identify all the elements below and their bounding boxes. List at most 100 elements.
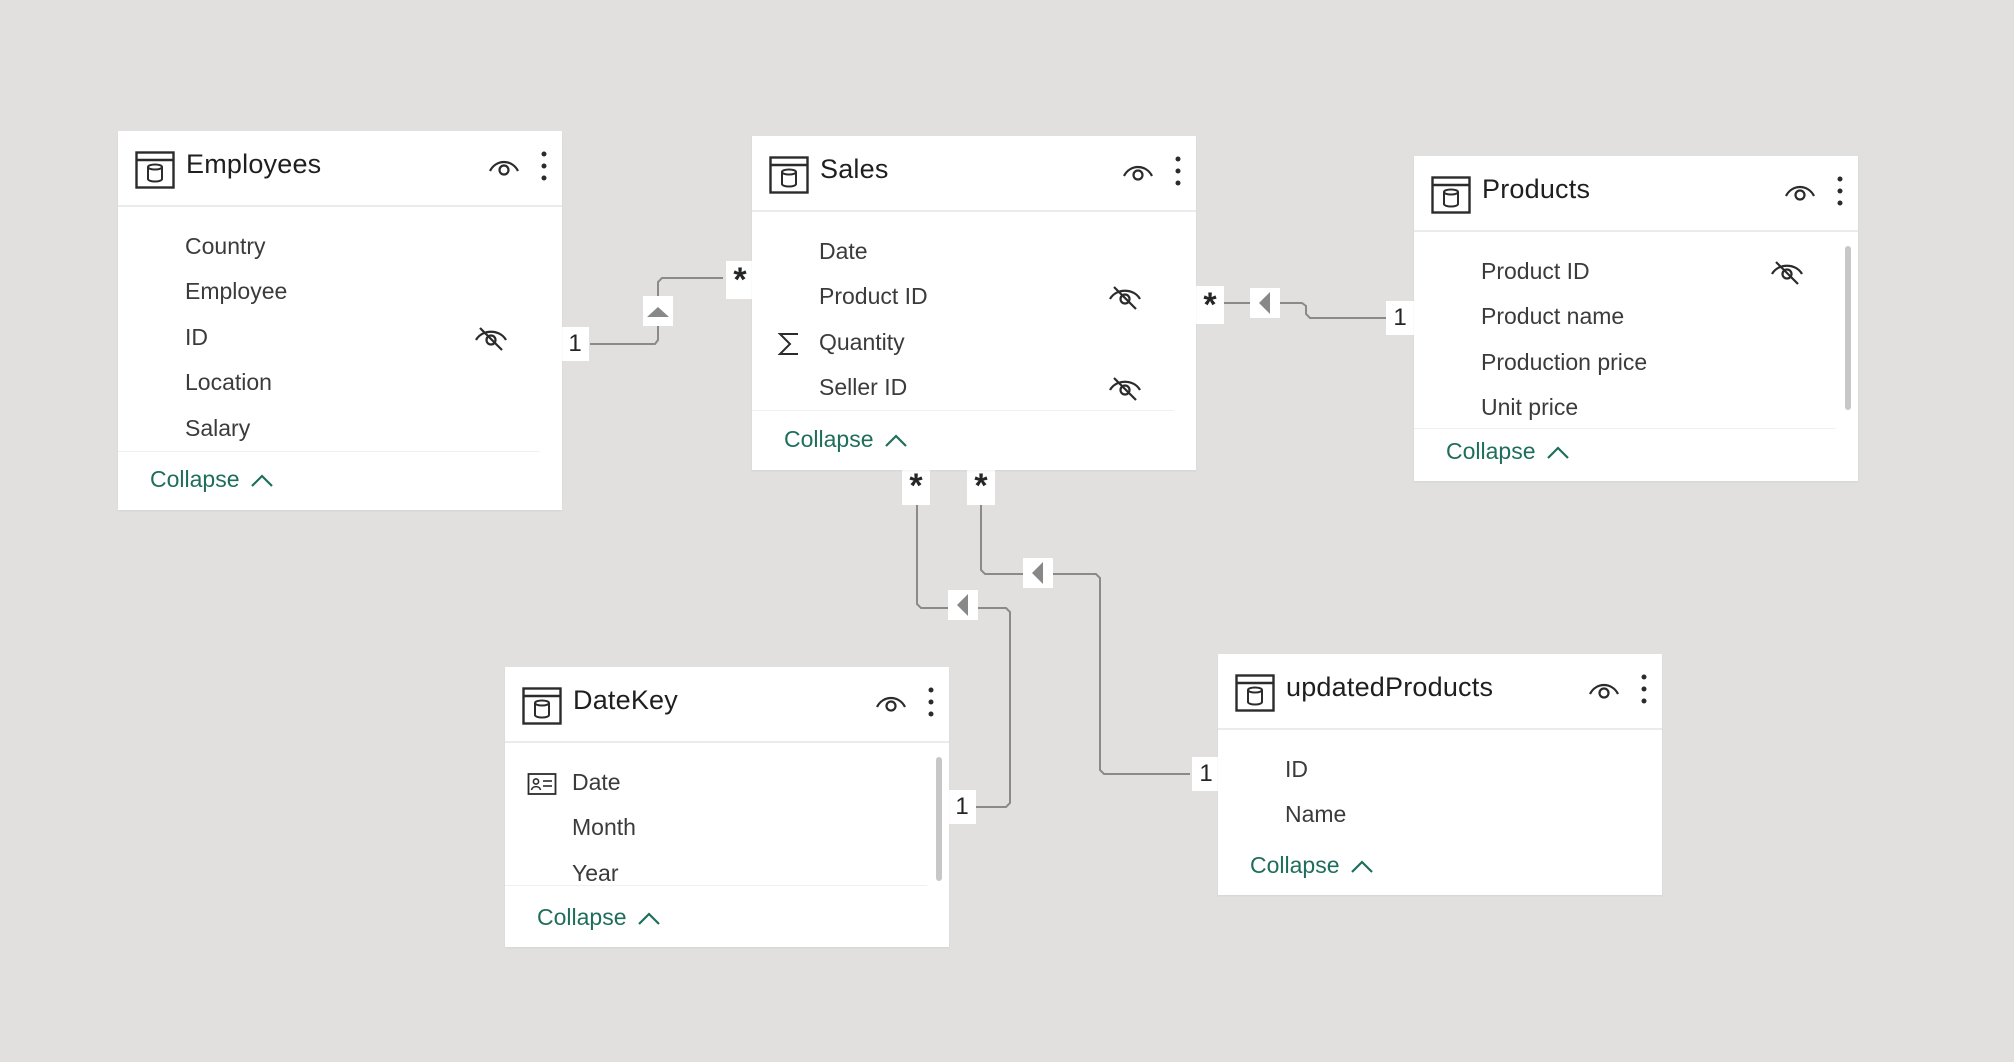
collapse-label: Collapse <box>784 426 874 452</box>
collapse-button[interactable]: Collapse <box>537 904 661 931</box>
card-header[interactable]: updatedProducts <box>1218 654 1662 730</box>
field-row[interactable]: Product ID <box>1414 250 1836 294</box>
field-label: Salary <box>185 415 251 441</box>
scrollbar[interactable] <box>1845 246 1851 410</box>
eye-hidden-icon[interactable] <box>1108 284 1142 312</box>
table-card-updated-products[interactable]: updatedProducts ID Name Collapse <box>1218 654 1662 895</box>
field-label: Date <box>819 238 868 264</box>
divider <box>1414 428 1836 429</box>
eye-icon[interactable] <box>1784 180 1816 204</box>
table-card-datekey[interactable]: DateKey Date Month Year Collapse <box>505 667 949 947</box>
field-label: Unit price <box>1481 394 1579 420</box>
table-title: Products <box>1482 174 1591 204</box>
cross-filter-arrow-left-icon[interactable] <box>1250 288 1280 318</box>
cardinality-many-sales-employees: * <box>726 261 754 299</box>
field-label: Month <box>572 814 636 840</box>
divider <box>505 885 927 886</box>
eye-hidden-icon[interactable] <box>1108 375 1142 403</box>
more-options-icon[interactable] <box>925 685 937 719</box>
sigma-icon <box>777 333 798 355</box>
table-title: Sales <box>820 154 889 184</box>
eye-icon[interactable] <box>1122 160 1154 184</box>
cardinality-one-products: 1 <box>1386 301 1414 335</box>
eye-icon[interactable] <box>488 155 520 179</box>
field-label: Product ID <box>1481 258 1590 284</box>
cardinality-one-employees: 1 <box>561 327 589 361</box>
chevron-up-icon <box>638 912 660 925</box>
relationship-line-products-sales <box>1222 302 1390 319</box>
collapse-label: Collapse <box>537 904 627 930</box>
field-row[interactable]: ID <box>118 316 540 360</box>
field-row[interactable]: Seller ID <box>752 366 1174 410</box>
field-label: Quantity <box>819 329 905 355</box>
chevron-up-icon <box>1547 446 1569 459</box>
table-title: DateKey <box>573 685 678 715</box>
field-label: Location <box>185 369 272 395</box>
field-label: ID <box>1285 756 1308 782</box>
card-header[interactable]: Sales <box>752 136 1196 212</box>
table-icon <box>1431 176 1471 214</box>
collapse-label: Collapse <box>1446 438 1536 464</box>
more-options-icon[interactable] <box>538 149 550 183</box>
table-title: updatedProducts <box>1286 672 1494 702</box>
field-row[interactable]: Country <box>118 225 540 269</box>
field-row[interactable]: Employee <box>118 270 540 314</box>
cardinality-one-updated-products: 1 <box>1192 757 1220 791</box>
field-row[interactable]: Product name <box>1414 295 1836 339</box>
chevron-up-icon <box>885 434 907 447</box>
table-icon <box>522 687 562 725</box>
card-header[interactable]: DateKey <box>505 667 949 743</box>
field-row[interactable]: Name <box>1218 793 1640 837</box>
field-label: Product name <box>1481 303 1625 329</box>
cardinality-many-sales-updated: * <box>967 467 995 505</box>
table-icon <box>769 156 809 194</box>
table-icon <box>135 151 175 189</box>
collapse-button[interactable]: Collapse <box>784 426 908 453</box>
field-label: Seller ID <box>819 374 908 400</box>
field-row[interactable]: Salary <box>118 407 540 451</box>
field-row[interactable]: Date <box>505 761 927 805</box>
field-label: ID <box>185 324 208 350</box>
divider <box>118 451 540 452</box>
card-header[interactable]: Employees <box>118 131 562 207</box>
cross-filter-arrow-left-icon[interactable] <box>948 590 978 620</box>
collapse-button[interactable]: Collapse <box>1446 438 1570 465</box>
scrollbar[interactable] <box>936 757 942 881</box>
more-options-icon[interactable] <box>1638 672 1650 706</box>
divider <box>752 410 1174 411</box>
field-row[interactable]: Product ID <box>752 275 1174 319</box>
table-title: Employees <box>186 149 322 179</box>
chevron-up-icon <box>1351 860 1373 873</box>
cardinality-many-sales-datekey: * <box>902 467 930 505</box>
field-row[interactable]: Date <box>752 230 1174 274</box>
field-label: Year <box>572 860 619 886</box>
relationship-line-updated-sales <box>980 500 1190 775</box>
collapse-label: Collapse <box>150 466 240 492</box>
field-row[interactable]: Unit price <box>1414 386 1836 430</box>
field-row[interactable]: Location <box>118 361 540 405</box>
table-card-sales[interactable]: Sales Date Product ID Quantity Seller ID… <box>752 136 1196 470</box>
eye-icon[interactable] <box>875 691 907 715</box>
card-header[interactable]: Products <box>1414 156 1858 232</box>
cross-filter-arrow-up-icon[interactable] <box>643 296 673 326</box>
eye-hidden-icon[interactable] <box>1770 259 1804 287</box>
field-label: Name <box>1285 801 1347 827</box>
table-card-employees[interactable]: Employees Country Employee ID Location S… <box>118 131 562 510</box>
collapse-button[interactable]: Collapse <box>1250 852 1374 879</box>
cross-filter-arrow-left-icon[interactable] <box>1023 558 1053 588</box>
field-label: Country <box>185 233 266 259</box>
field-label: Production price <box>1481 349 1648 375</box>
more-options-icon[interactable] <box>1172 154 1184 188</box>
table-card-products[interactable]: Products Product ID Product name Product… <box>1414 156 1858 481</box>
eye-hidden-icon[interactable] <box>474 325 508 353</box>
field-row[interactable]: Quantity <box>752 321 1174 365</box>
model-diagram-canvas: 1 * * 1 * * 1 1 Employees Country Employ… <box>0 0 2014 1062</box>
collapse-button[interactable]: Collapse <box>150 466 274 493</box>
field-row[interactable]: ID <box>1218 748 1640 792</box>
table-icon <box>1235 674 1275 712</box>
field-row[interactable]: Production price <box>1414 341 1836 385</box>
eye-icon[interactable] <box>1588 678 1620 702</box>
field-row[interactable]: Year <box>505 852 927 896</box>
more-options-icon[interactable] <box>1834 174 1846 208</box>
field-row[interactable]: Month <box>505 806 927 850</box>
